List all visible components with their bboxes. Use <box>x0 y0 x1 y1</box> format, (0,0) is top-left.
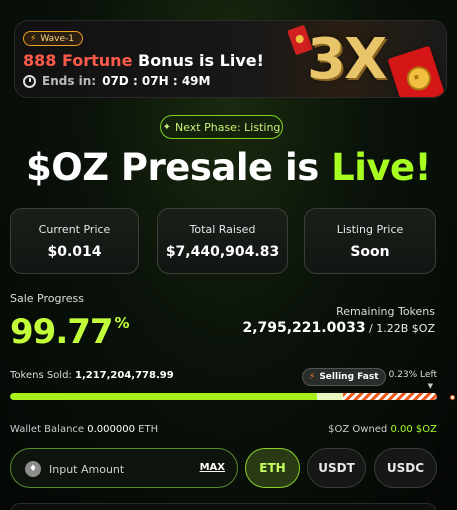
amount-input[interactable] <box>49 459 189 479</box>
lightning-icon: ⚡ <box>30 33 37 44</box>
current-price-label: Current Price <box>38 223 111 236</box>
bonus-banner[interactable]: ⚡ Wave-1 888 Fortune Bonus is Live! Ends… <box>14 20 447 98</box>
red-envelope-coin-icon <box>387 45 446 97</box>
listing-price-label: Listing Price <box>336 223 404 236</box>
progress-bar-remaining <box>343 393 437 400</box>
next-phase-label: Next Phase: Listing <box>174 120 281 134</box>
progress-end-dot <box>450 395 455 400</box>
countdown-value: 07D : 07H : 49M <box>102 74 211 88</box>
banner-title: 888 Fortune Bonus is Live! <box>23 51 264 70</box>
oz-owned: $OZ Owned 0.00 $OZ <box>328 424 437 435</box>
percent-left: 0.23% Left <box>388 370 437 380</box>
remaining-tokens: 2,795,221.0033 / 1.22B $OZ <box>242 320 435 336</box>
listing-price-value: Soon <box>350 244 390 260</box>
wave-label: Wave-1 <box>40 33 75 44</box>
percent-sign: % <box>114 314 130 332</box>
selling-fast-label: Selling Fast <box>319 372 379 382</box>
amount-input-field[interactable]: ♦ MAX <box>10 448 238 488</box>
progress-bar-highlight <box>317 393 343 400</box>
remaining-tokens-label: Remaining Tokens <box>336 305 435 318</box>
sale-progress-label: Sale Progress <box>10 292 84 305</box>
progress-bar <box>10 393 437 400</box>
countdown: Ends in: 07D : 07H : 49M <box>23 74 210 88</box>
remaining-tokens-total: / 1.22B $OZ <box>365 322 435 335</box>
listing-price-card: Listing Price Soon <box>304 208 436 274</box>
sale-progress-value: 99.77 <box>10 312 114 352</box>
tokens-sold-value: 1,217,204,778.99 <box>74 370 174 381</box>
sale-progress-percent: 99.77% <box>10 312 130 352</box>
oz-owned-label: $OZ Owned <box>328 424 391 435</box>
remaining-tokens-value: 2,795,221.0033 <box>242 320 366 336</box>
banner-title-highlight: 888 Fortune <box>23 51 133 70</box>
tokens-sold-label: Tokens Sold: <box>10 370 75 381</box>
wave-badge: ⚡ Wave-1 <box>23 31 84 46</box>
tokens-sold: Tokens Sold: 1,217,204,778.99 <box>10 370 174 381</box>
currency-eth-button[interactable]: ETH <box>245 448 300 488</box>
current-price-card: Current Price $0.014 <box>10 208 139 274</box>
total-raised-value: $7,440,904.83 <box>165 244 280 260</box>
total-raised-label: Total Raised <box>189 223 256 236</box>
wallet-balance-label: Wallet Balance <box>10 424 88 435</box>
currency-usdc-button[interactable]: USDC <box>374 448 437 488</box>
page-title: $OZ Presale is Live! <box>0 146 457 189</box>
banner-title-rest: Bonus is Live! <box>132 51 264 70</box>
caret-down-icon: ▼ <box>427 382 433 390</box>
selling-fast-badge: ⚡ Selling Fast <box>302 368 386 386</box>
progress-bar-fill <box>10 393 317 400</box>
page-title-prefix: $OZ Presale is <box>26 146 332 189</box>
oz-owned-value: 0.00 $OZ <box>390 424 437 435</box>
wallet-balance-unit: ETH <box>134 424 159 435</box>
page-title-highlight: Live! <box>331 146 431 189</box>
wallet-balance-value: 0.000000 <box>87 424 135 435</box>
max-button[interactable]: MAX <box>200 462 225 473</box>
next-section-edge <box>10 503 437 510</box>
next-phase-badge: ✦ Next Phase: Listing <box>160 115 283 139</box>
currency-usdt-button[interactable]: USDT <box>307 448 366 488</box>
multiplier-graphic: 3X <box>307 27 387 92</box>
current-price-value: $0.014 <box>47 244 102 260</box>
wallet-balance: Wallet Balance 0.000000 ETH <box>10 424 158 435</box>
countdown-label: Ends in: <box>42 74 97 88</box>
ethereum-icon: ♦ <box>25 461 41 477</box>
sparkle-icon: ✦ <box>162 121 171 133</box>
clock-icon <box>23 74 36 88</box>
lightning-icon: ⚡ <box>309 372 316 382</box>
total-raised-card: Total Raised $7,440,904.83 <box>157 208 288 274</box>
